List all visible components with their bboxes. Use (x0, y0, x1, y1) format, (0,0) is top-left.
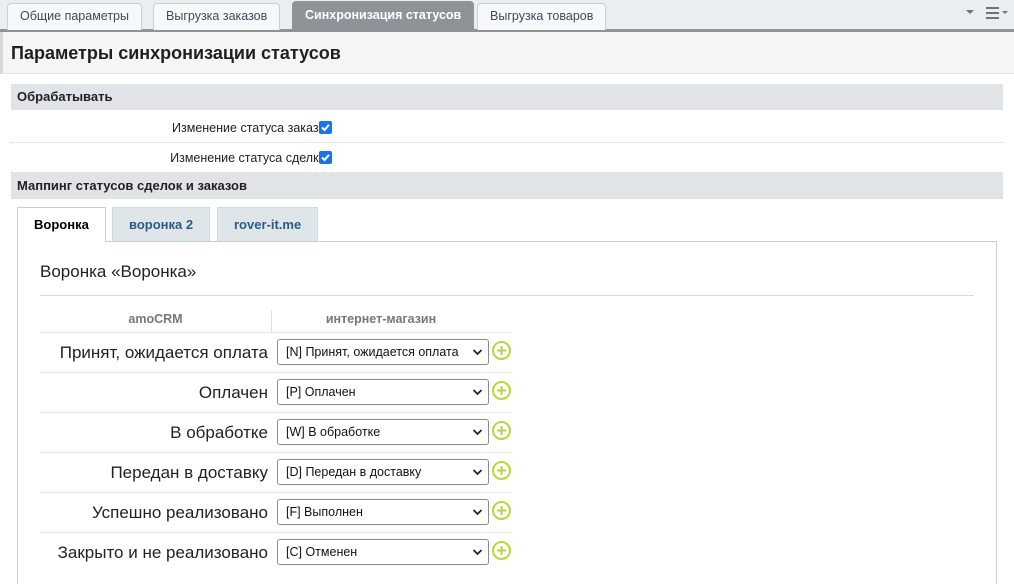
funnel-title: Воронка «Воронка» (40, 262, 197, 281)
top-tab-strip: Общие параметры Выгрузка заказов Синхрон… (0, 0, 1014, 32)
tab-funnel-rover[interactable]: rover-it.me (217, 207, 319, 241)
option-label: Изменение статуса сделки: (170, 151, 329, 165)
shop-status-select[interactable]: [W] В обработке (277, 419, 489, 445)
shop-status-select[interactable]: [P] Оплачен (277, 379, 489, 405)
column-header-amocrm: amoCRM (128, 312, 183, 326)
deal-status-checkbox[interactable] (319, 151, 332, 164)
select-value: [W] В обработке (286, 425, 381, 439)
tab-products-export[interactable]: Выгрузка товаров (477, 3, 607, 30)
chevron-down-icon (472, 500, 483, 524)
select-value: [F] Выполнен (286, 505, 363, 519)
tab-funnel-1[interactable]: Воронка (17, 207, 106, 242)
plus-circle-icon[interactable] (492, 461, 511, 480)
select-value: [N] Принят, ожидается оплата (286, 345, 459, 359)
page-title: Параметры синхронизации статусов (11, 43, 341, 63)
plus-circle-icon[interactable] (492, 341, 511, 360)
amocrm-status-label: В обработке (170, 423, 268, 442)
select-value: [P] Оплачен (286, 385, 356, 399)
mapping-panel: Воронка «Воронка» amoCRM интернет-магази… (17, 241, 997, 584)
section-header-mapping: Маппинг статусов сделок и заказов (11, 173, 1003, 199)
chevron-down-icon[interactable] (965, 4, 975, 20)
plus-circle-icon[interactable] (492, 381, 511, 400)
chevron-down-icon (472, 420, 483, 444)
shop-status-select[interactable]: [C] Отменен (277, 539, 489, 565)
page-header: Параметры синхронизации статусов (0, 32, 1014, 74)
amocrm-status-label: Успешно реализовано (91, 503, 268, 522)
amocrm-status-label: Оплачен (198, 383, 268, 402)
option-deal-status: Изменение статуса сделки: (11, 143, 1003, 173)
divider (40, 295, 974, 296)
select-value: [C] Отменен (286, 545, 358, 559)
section-header-process: Обрабатывать (11, 84, 1003, 110)
option-label: Изменение статуса заказа: (172, 121, 329, 135)
select-value: [D] Передан в доставку (286, 465, 422, 479)
plus-circle-icon[interactable] (492, 421, 511, 440)
shop-status-select[interactable]: [F] Выполнен (277, 499, 489, 525)
option-order-status: Изменение статуса заказа: (11, 113, 1003, 143)
amocrm-status-label: Передан в доставку (110, 463, 268, 482)
amocrm-status-label: Принят, ожидается оплата (59, 343, 268, 362)
table-row: Оплачен [P] Оплачен (40, 372, 512, 412)
amocrm-status-label: Закрыто и не реализовано (57, 543, 268, 562)
check-icon (321, 124, 330, 132)
chevron-down-icon (472, 540, 483, 564)
hamburger-menu-icon[interactable] (986, 6, 1008, 22)
tab-orders-export[interactable]: Выгрузка заказов (153, 3, 281, 30)
chevron-down-icon (472, 340, 483, 364)
plus-circle-icon[interactable] (492, 501, 511, 520)
table-row: В обработке [W] В обработке (40, 412, 512, 452)
shop-status-select[interactable]: [N] Принят, ожидается оплата (277, 339, 489, 365)
order-status-checkbox[interactable] (319, 121, 332, 134)
chevron-down-icon (472, 460, 483, 484)
shop-status-select[interactable]: [D] Передан в доставку (277, 459, 489, 485)
table-row: Успешно реализовано [F] Выполнен (40, 492, 512, 532)
chevron-down-icon (472, 380, 483, 404)
tab-funnel-2[interactable]: воронка 2 (112, 207, 211, 241)
plus-circle-icon[interactable] (492, 541, 511, 560)
table-row: Передан в доставку [D] Передан в доставк… (40, 452, 512, 492)
tab-status-sync[interactable]: Синхронизация статусов (292, 1, 475, 30)
table-row: Принят, ожидается оплата [N] Принят, ожи… (40, 332, 512, 372)
check-icon (321, 154, 330, 162)
table-row: Закрыто и не реализовано [C] Отменен (40, 532, 512, 572)
column-header-shop: интернет-магазин (325, 312, 437, 326)
tab-general[interactable]: Общие параметры (7, 3, 142, 30)
